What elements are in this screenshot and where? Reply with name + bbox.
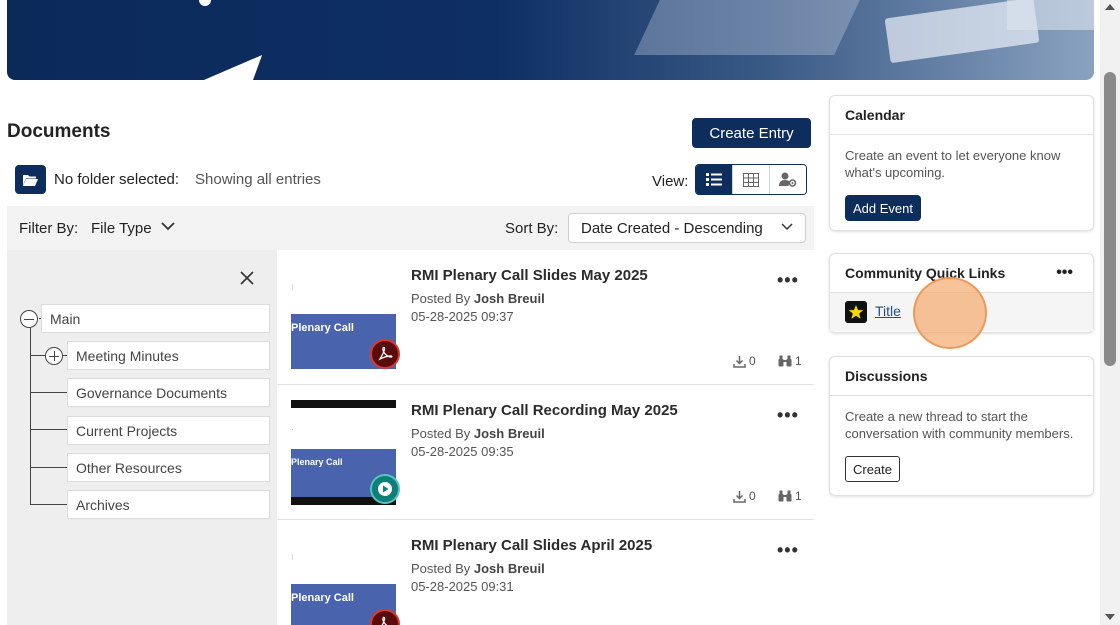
view-toggle-group	[695, 164, 807, 195]
tree-item-meeting-minutes[interactable]: Meeting Minutes	[67, 341, 270, 370]
page-scrollbar[interactable]	[1100, 0, 1120, 625]
download-icon	[733, 355, 746, 368]
documents-title: Documents	[7, 121, 111, 142]
entry-date: 05-28-2025 09:35	[411, 444, 514, 459]
file-type-filter[interactable]: File Type	[91, 220, 152, 237]
entry-author[interactable]: Josh Breuil	[474, 561, 545, 576]
chevron-down-icon	[781, 223, 793, 231]
entry-title[interactable]: RMI Plenary Call Slides May 2025	[411, 267, 648, 284]
calendar-title: Calendar	[830, 96, 1093, 135]
folder-open-icon[interactable]	[15, 165, 46, 194]
binoculars-icon	[778, 355, 792, 367]
tree-item-main[interactable]: Main	[41, 304, 270, 333]
entry-posted-by: Posted By Josh Breuil	[411, 426, 545, 441]
list-icon	[706, 173, 722, 186]
star-icon	[845, 301, 867, 323]
binoculars-icon	[778, 490, 792, 502]
entry-menu-button[interactable]: •••	[777, 540, 799, 561]
entry-posted-by: Posted By Josh Breuil	[411, 291, 545, 306]
quick-link-title[interactable]: Title	[875, 303, 901, 319]
view-label: View:	[652, 173, 689, 190]
click-indicator	[913, 277, 987, 349]
entry-date: 05-28-2025 09:37	[411, 309, 514, 324]
discussions-description: Create a new thread to start the convers…	[845, 409, 1074, 441]
sort-value: Date Created - Descending	[581, 220, 763, 237]
create-discussion-button[interactable]: Create	[845, 456, 900, 482]
view-count: 1	[778, 354, 802, 368]
folder-tree-panel: Main Meeting Minutes Governance Document…	[7, 250, 277, 625]
showing-entries-text: Showing all entries	[195, 171, 321, 188]
tree-item-current-projects[interactable]: Current Projects	[67, 416, 270, 445]
calendar-description: Create an event to let everyone know wha…	[845, 148, 1061, 180]
filter-label: Filter By:	[19, 220, 79, 237]
list-view-button[interactable]	[696, 165, 733, 194]
document-entry[interactable]: ⁝ Plenary Call RMI Plenary Call Slides A…	[277, 520, 814, 625]
document-entry[interactable]: ⁝ Plenary Call RMI Plenary Call Slides M…	[277, 250, 814, 385]
scroll-down-icon[interactable]	[1105, 614, 1115, 620]
download-count: 0	[733, 354, 756, 368]
entry-menu-button[interactable]: •••	[777, 270, 799, 291]
scrollbar-thumb[interactable]	[1104, 72, 1116, 366]
create-entry-button[interactable]: Create Entry	[692, 118, 811, 148]
folder-status-label: No folder selected:	[54, 171, 180, 188]
table-icon	[743, 172, 759, 187]
collapse-main-icon[interactable]	[20, 310, 38, 328]
sort-select[interactable]: Date Created - Descending	[568, 213, 806, 243]
quick-links-menu-button[interactable]: •••	[1056, 264, 1073, 282]
pdf-icon	[370, 339, 400, 369]
user-gear-icon	[779, 172, 797, 187]
expand-meeting-minutes-icon[interactable]	[45, 347, 63, 365]
play-icon[interactable]	[370, 474, 400, 504]
entry-date: 05-28-2025 09:31	[411, 579, 514, 594]
document-entry[interactable]: · Plenary Call RMI Plenary Call Recordin…	[277, 385, 814, 520]
entry-title[interactable]: RMI Plenary Call Recording May 2025	[411, 402, 678, 419]
calendar-card: Calendar Create an event to let everyone…	[829, 95, 1094, 231]
scroll-up-icon[interactable]	[1105, 4, 1115, 10]
chevron-down-icon[interactable]	[161, 222, 175, 231]
community-banner-image	[7, 0, 1094, 80]
download-icon	[733, 490, 746, 503]
close-icon[interactable]	[239, 270, 255, 286]
entry-author[interactable]: Josh Breuil	[474, 426, 545, 441]
view-count: 1	[778, 489, 802, 503]
discussions-title: Discussions	[830, 357, 1093, 396]
sort-label: Sort By:	[505, 220, 559, 237]
tree-item-governance-documents[interactable]: Governance Documents	[67, 378, 270, 407]
entry-title[interactable]: RMI Plenary Call Slides April 2025	[411, 537, 652, 554]
tree-item-archives[interactable]: Archives	[67, 490, 270, 519]
user-settings-view-button[interactable]	[770, 165, 806, 194]
page: Documents Create Entry No folder selecte…	[0, 0, 1120, 625]
filter-sort-bar: Filter By: File Type Sort By: Date Creat…	[7, 206, 814, 250]
add-event-button[interactable]: Add Event	[845, 195, 921, 221]
download-count: 0	[733, 489, 756, 503]
discussions-card: Discussions Create a new thread to start…	[829, 356, 1094, 496]
tree-item-other-resources[interactable]: Other Resources	[67, 453, 270, 482]
entry-author[interactable]: Josh Breuil	[474, 291, 545, 306]
grid-view-button[interactable]	[733, 165, 770, 194]
entry-posted-by: Posted By Josh Breuil	[411, 561, 545, 576]
entry-menu-button[interactable]: •••	[777, 405, 799, 426]
